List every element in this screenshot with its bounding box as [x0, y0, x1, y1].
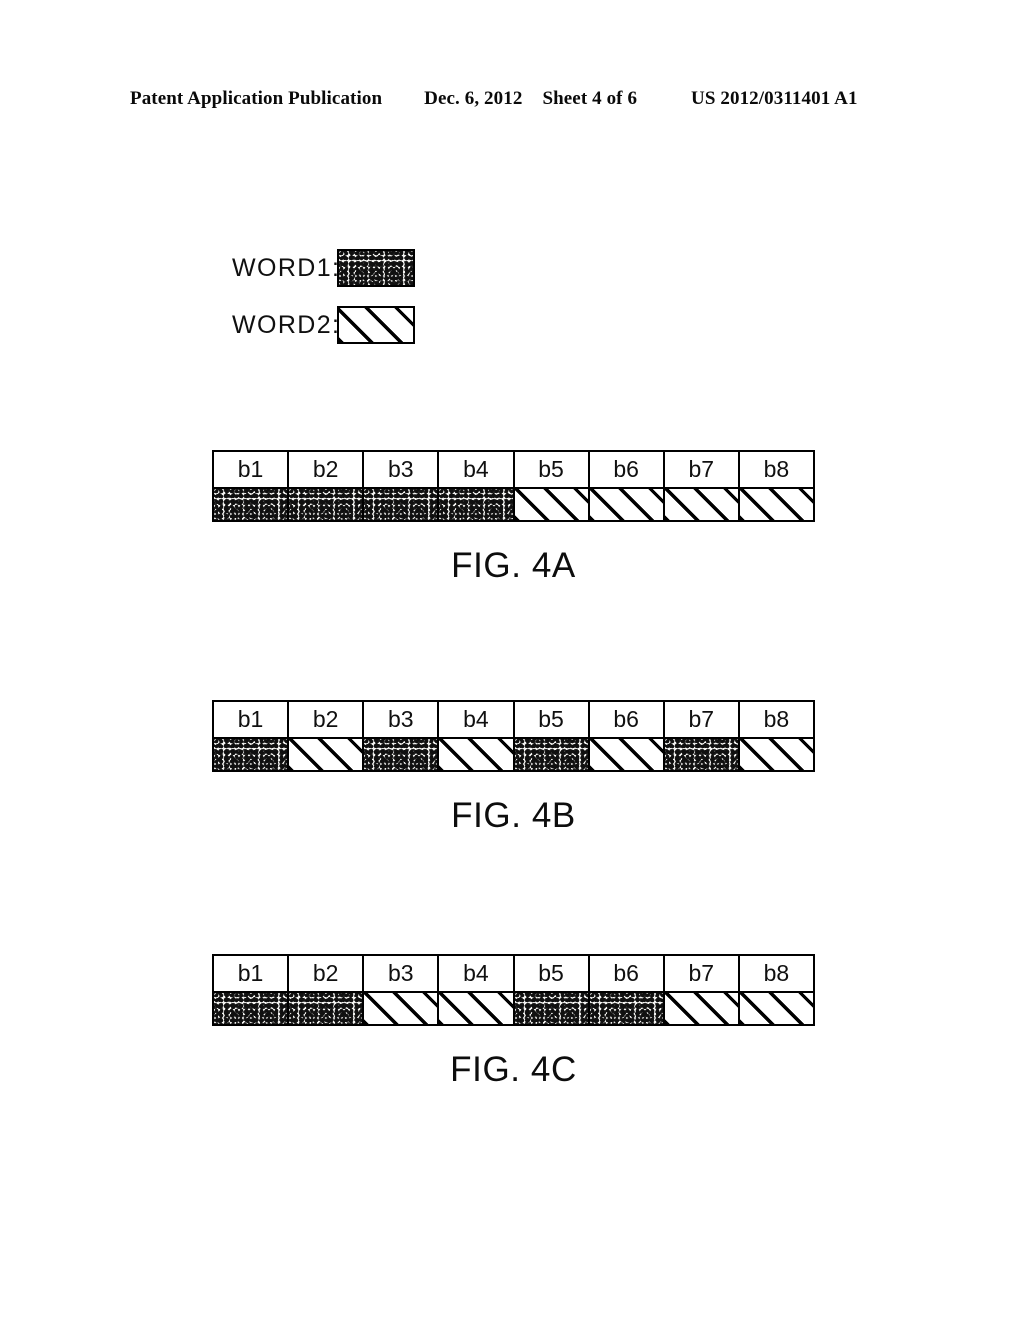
bit-label-cell: b1: [214, 702, 290, 737]
bit-fill-row: [214, 487, 813, 520]
bit-label-cell: b8: [739, 452, 813, 487]
bit-fill-cell-word2: [364, 991, 440, 1024]
bit-fill-cell-word2: [589, 737, 665, 770]
bit-label-cell: b5: [514, 702, 590, 737]
bit-label-cell: b1: [214, 956, 290, 991]
bit-fill-cell-word1: [364, 737, 440, 770]
bit-label-row: b1 b2 b3 b4 b5 b6 b7 b8: [214, 452, 813, 487]
bit-fill-cell-word2: [739, 487, 813, 520]
bit-fill-cell-word1: [214, 487, 290, 520]
bit-fill-cell-word1: [289, 487, 365, 520]
figure-4b-caption: FIG. 4B: [451, 796, 576, 835]
bit-label-cell: b6: [589, 702, 665, 737]
bit-fill-row: [214, 991, 813, 1024]
figure-4c-caption: FIG. 4C: [450, 1050, 577, 1089]
figure-4a-bit-table: b1 b2 b3 b4 b5 b6 b7 b8: [212, 450, 815, 522]
bit-fill-cell-word2: [739, 991, 813, 1024]
bit-table: b1 b2 b3 b4 b5 b6 b7 b8: [212, 954, 815, 1026]
bit-table: b1 b2 b3 b4 b5 b6 b7 b8: [212, 700, 815, 772]
bit-label-cell: b5: [514, 956, 590, 991]
bit-label-cell: b1: [214, 452, 290, 487]
bit-table: b1 b2 b3 b4 b5 b6 b7 b8: [212, 450, 815, 522]
page-header: Patent Application Publication Dec. 6, 2…: [130, 88, 882, 110]
bit-fill-cell-word2: [439, 991, 515, 1024]
bit-label-cell: b7: [664, 956, 740, 991]
bit-fill-cell-word2: [439, 737, 515, 770]
bit-label-row: b1 b2 b3 b4 b5 b6 b7 b8: [214, 702, 813, 737]
bit-label-cell: b3: [364, 956, 440, 991]
bit-fill-cell-word2: [664, 487, 740, 520]
bit-label-cell: b5: [514, 452, 590, 487]
bit-fill-cell-word2: [664, 991, 740, 1024]
legend-label: WORD1:: [232, 253, 341, 282]
bit-fill-cell-word1: [214, 737, 290, 770]
bit-fill-cell-word1: [664, 737, 740, 770]
bit-label-cell: b2: [289, 452, 365, 487]
bit-fill-cell-word2: [589, 487, 665, 520]
bit-fill-cell-word1: [289, 991, 365, 1024]
bit-fill-cell-word1: [364, 487, 440, 520]
bit-label-cell: b8: [739, 702, 813, 737]
header-date: Dec. 6, 2012: [424, 88, 523, 109]
bit-label-cell: b2: [289, 956, 365, 991]
word1-swatch: [337, 249, 415, 287]
bit-label-cell: b7: [664, 702, 740, 737]
bit-fill-row: [214, 737, 813, 770]
bit-label-cell: b8: [739, 956, 813, 991]
bit-label-row: b1 b2 b3 b4 b5 b6 b7 b8: [214, 956, 813, 991]
bit-fill-cell-word2: [514, 487, 590, 520]
header-sheet-number: Sheet 4 of 6: [542, 88, 638, 109]
bit-label-cell: b4: [439, 956, 515, 991]
bit-label-cell: b6: [589, 452, 665, 487]
bit-fill-cell-word1: [439, 487, 515, 520]
legend-row: WORD2:: [232, 305, 415, 345]
bit-fill-cell-word1: [589, 991, 665, 1024]
bit-fill-cell-word2: [739, 737, 813, 770]
bit-label-cell: b4: [439, 702, 515, 737]
bit-label-cell: b2: [289, 702, 365, 737]
bit-label-cell: b4: [439, 452, 515, 487]
bit-fill-cell-word1: [514, 991, 590, 1024]
legend-row: WORD1:: [232, 248, 415, 288]
word2-swatch: [337, 306, 415, 344]
header-publication: Patent Application Publication: [130, 88, 383, 109]
header-document-number: US 2012/0311401 A1: [691, 88, 858, 109]
bit-label-cell: b3: [364, 452, 440, 487]
bit-label-cell: b6: [589, 956, 665, 991]
figure-4c-bit-table: b1 b2 b3 b4 b5 b6 b7 b8: [212, 954, 815, 1026]
bit-label-cell: b7: [664, 452, 740, 487]
bit-fill-cell-word1: [514, 737, 590, 770]
bit-fill-cell-word1: [214, 991, 290, 1024]
legend-label: WORD2:: [232, 310, 341, 339]
bit-label-cell: b3: [364, 702, 440, 737]
legend: WORD1: WORD2:: [232, 248, 415, 362]
bit-fill-cell-word2: [289, 737, 365, 770]
figure-4b-bit-table: b1 b2 b3 b4 b5 b6 b7 b8: [212, 700, 815, 772]
figure-4a-caption: FIG. 4A: [451, 546, 576, 585]
